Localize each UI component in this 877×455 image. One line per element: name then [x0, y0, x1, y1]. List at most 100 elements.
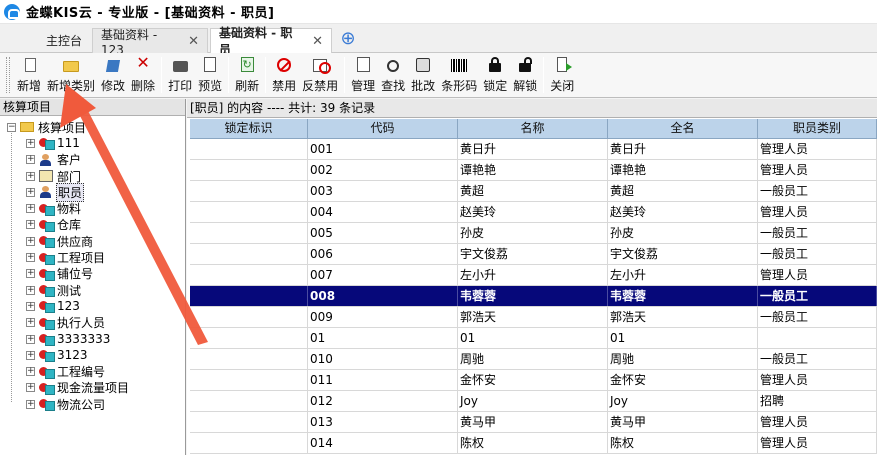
manage-button[interactable]: 管理 — [348, 55, 378, 97]
table-cell — [190, 328, 308, 348]
disable-button[interactable]: 禁用 — [269, 55, 299, 97]
toolbar-separator — [265, 57, 267, 93]
search-icon — [387, 60, 400, 72]
find-button[interactable]: 查找 — [378, 55, 408, 97]
close-icon[interactable]: ✕ — [312, 34, 323, 49]
expand-icon[interactable]: + — [26, 318, 35, 328]
expand-icon[interactable]: + — [26, 269, 35, 279]
tree-node-item[interactable]: + 工程编号 — [0, 363, 185, 379]
table-row[interactable]: 011 金怀安 金怀安 管理人员 — [190, 370, 877, 391]
tree-node-item[interactable]: + 物料 — [0, 200, 185, 216]
tree-node-item[interactable]: + 执行人员 — [0, 315, 185, 331]
add-tab-icon[interactable]: ⊕ — [340, 30, 356, 48]
lock-button[interactable]: 锁定 — [480, 55, 510, 97]
tree-node-item[interactable]: + 供应商 — [0, 233, 185, 249]
tree-node-item[interactable]: +111 — [0, 135, 185, 151]
tree-node-item[interactable]: + 测试 — [0, 282, 185, 298]
close-button[interactable]: 关闭 — [547, 55, 577, 97]
expand-icon[interactable]: + — [26, 171, 35, 181]
expand-icon[interactable]: + — [26, 236, 35, 246]
table-cell — [190, 181, 308, 201]
column-header[interactable]: 锁定标识 — [190, 119, 308, 138]
new-doc-icon — [24, 58, 36, 72]
table-cell — [190, 244, 308, 264]
preview-label: 预览 — [198, 79, 223, 93]
table-row[interactable]: 007 左小升 左小升 管理人员 — [190, 265, 877, 286]
expand-icon[interactable]: + — [26, 138, 35, 148]
barcode-icon — [451, 59, 468, 72]
expand-icon[interactable]: + — [26, 350, 35, 360]
table-row[interactable]: 004 赵美玲 赵美玲 管理人员 — [190, 202, 877, 223]
table-row[interactable]: 009 郭浩天 郭浩天 一般员工 — [190, 307, 877, 328]
toolbar-grip[interactable] — [6, 57, 10, 93]
close-icon[interactable]: ✕ — [188, 34, 199, 49]
expand-icon[interactable]: + — [26, 204, 35, 214]
tree-node-item[interactable]: +3333333 — [0, 331, 185, 347]
tree-node-item[interactable]: + 客户 — [0, 152, 185, 168]
barcode-button[interactable]: 条形码 — [438, 55, 480, 97]
delete-button[interactable]: ✕ 删除 — [128, 55, 158, 97]
modify-label: 修改 — [101, 79, 126, 93]
table-row[interactable]: 003 黄超 黄超 一般员工 — [190, 181, 877, 202]
barcode-label: 条形码 — [441, 79, 478, 93]
modify-button[interactable]: 修改 — [98, 55, 128, 97]
table-row[interactable]: 013 黄马甲 黄马甲 管理人员 — [190, 412, 877, 433]
expand-icon[interactable]: + — [26, 367, 35, 377]
tree-node-item[interactable]: + 职员 — [0, 182, 185, 202]
print-button[interactable]: 打印 — [165, 55, 195, 97]
table-row[interactable]: 01 01 01 — [190, 328, 877, 349]
table-row[interactable]: 014 陈权 陈权 管理人员 — [190, 433, 877, 454]
expand-icon[interactable]: + — [26, 334, 35, 344]
tree-node-item[interactable]: + 部门 — [0, 168, 185, 184]
item-icon — [39, 382, 55, 395]
expand-icon[interactable]: + — [26, 155, 35, 165]
tab-basic-data-staff[interactable]: 基础资料 - 职员 ✕ — [210, 26, 332, 57]
tree-node-item[interactable]: + 仓库 — [0, 217, 185, 233]
unlock-button[interactable]: 解锁 — [510, 55, 540, 97]
refresh-button[interactable]: ↻ 刷新 — [232, 55, 262, 97]
table-row[interactable]: 012 Joy Joy 招聘 — [190, 391, 877, 412]
tab-home[interactable]: 主控台 — [38, 28, 90, 53]
preview-button[interactable]: 预览 — [195, 55, 225, 97]
tree-node-item[interactable]: + 物流公司 — [0, 396, 185, 412]
tree-node-label: 铺位号 — [57, 267, 94, 282]
tree-node-item[interactable]: + 工程项目 — [0, 249, 185, 265]
table-row[interactable]: 002 谭艳艳 谭艳艳 管理人员 — [190, 160, 877, 181]
table-row[interactable]: 005 孙皮 孙皮 一般员工 — [190, 223, 877, 244]
expand-icon[interactable]: + — [26, 399, 35, 409]
expand-icon[interactable]: + — [26, 187, 35, 197]
column-header[interactable]: 名称 — [458, 119, 608, 138]
expand-icon[interactable]: + — [26, 253, 35, 263]
tree-node-item[interactable]: + 铺位号 — [0, 266, 185, 282]
expand-icon[interactable]: + — [26, 301, 35, 311]
table-cell: 012 — [308, 391, 458, 411]
column-header[interactable]: 职员类别 — [758, 119, 877, 138]
staff-icon — [39, 186, 53, 199]
table-row[interactable]: 008 韦蓉蓉 韦蓉蓉 一般员工 — [190, 286, 877, 307]
tree-node-item[interactable]: +3123 — [0, 347, 185, 363]
tree-node-label: 工程项目 — [57, 251, 106, 266]
tree-node-label: 物料 — [57, 202, 82, 217]
table-cell: 01 — [608, 328, 758, 348]
collapse-icon[interactable]: − — [7, 122, 16, 132]
new-category-button[interactable]: 新增类别 — [44, 55, 98, 97]
tree-node-item[interactable]: + 现金流量项目 — [0, 380, 185, 396]
table-row[interactable]: 010 周驰 周驰 一般员工 — [190, 349, 877, 370]
table-row[interactable]: 001 黄日升 黄日升 管理人员 — [190, 139, 877, 160]
expand-icon[interactable]: + — [26, 285, 35, 295]
table-row[interactable]: 006 宇文俊荔 宇文俊荔 一般员工 — [190, 244, 877, 265]
expand-icon[interactable]: + — [26, 220, 35, 230]
table-cell — [190, 349, 308, 369]
tree-node-item[interactable]: +123 — [0, 298, 185, 314]
cloud-logo-icon — [4, 3, 20, 20]
tree-node-root[interactable]: − 核算项目 — [0, 119, 185, 135]
content-header: [职员] 的内容 ---- 共计: 39 条记录 — [187, 99, 877, 118]
batch-modify-button[interactable]: 批改 — [408, 55, 438, 97]
table-cell: 管理人员 — [758, 370, 877, 390]
new-button[interactable]: 新增 — [14, 55, 44, 97]
expand-icon[interactable]: + — [26, 383, 35, 393]
column-header[interactable]: 代码 — [308, 119, 458, 138]
column-header[interactable]: 全名 — [608, 119, 758, 138]
tab-basic-data-123[interactable]: 基础资料 - 123 ✕ — [92, 28, 208, 57]
undisable-button[interactable]: 反禁用 — [299, 55, 341, 97]
